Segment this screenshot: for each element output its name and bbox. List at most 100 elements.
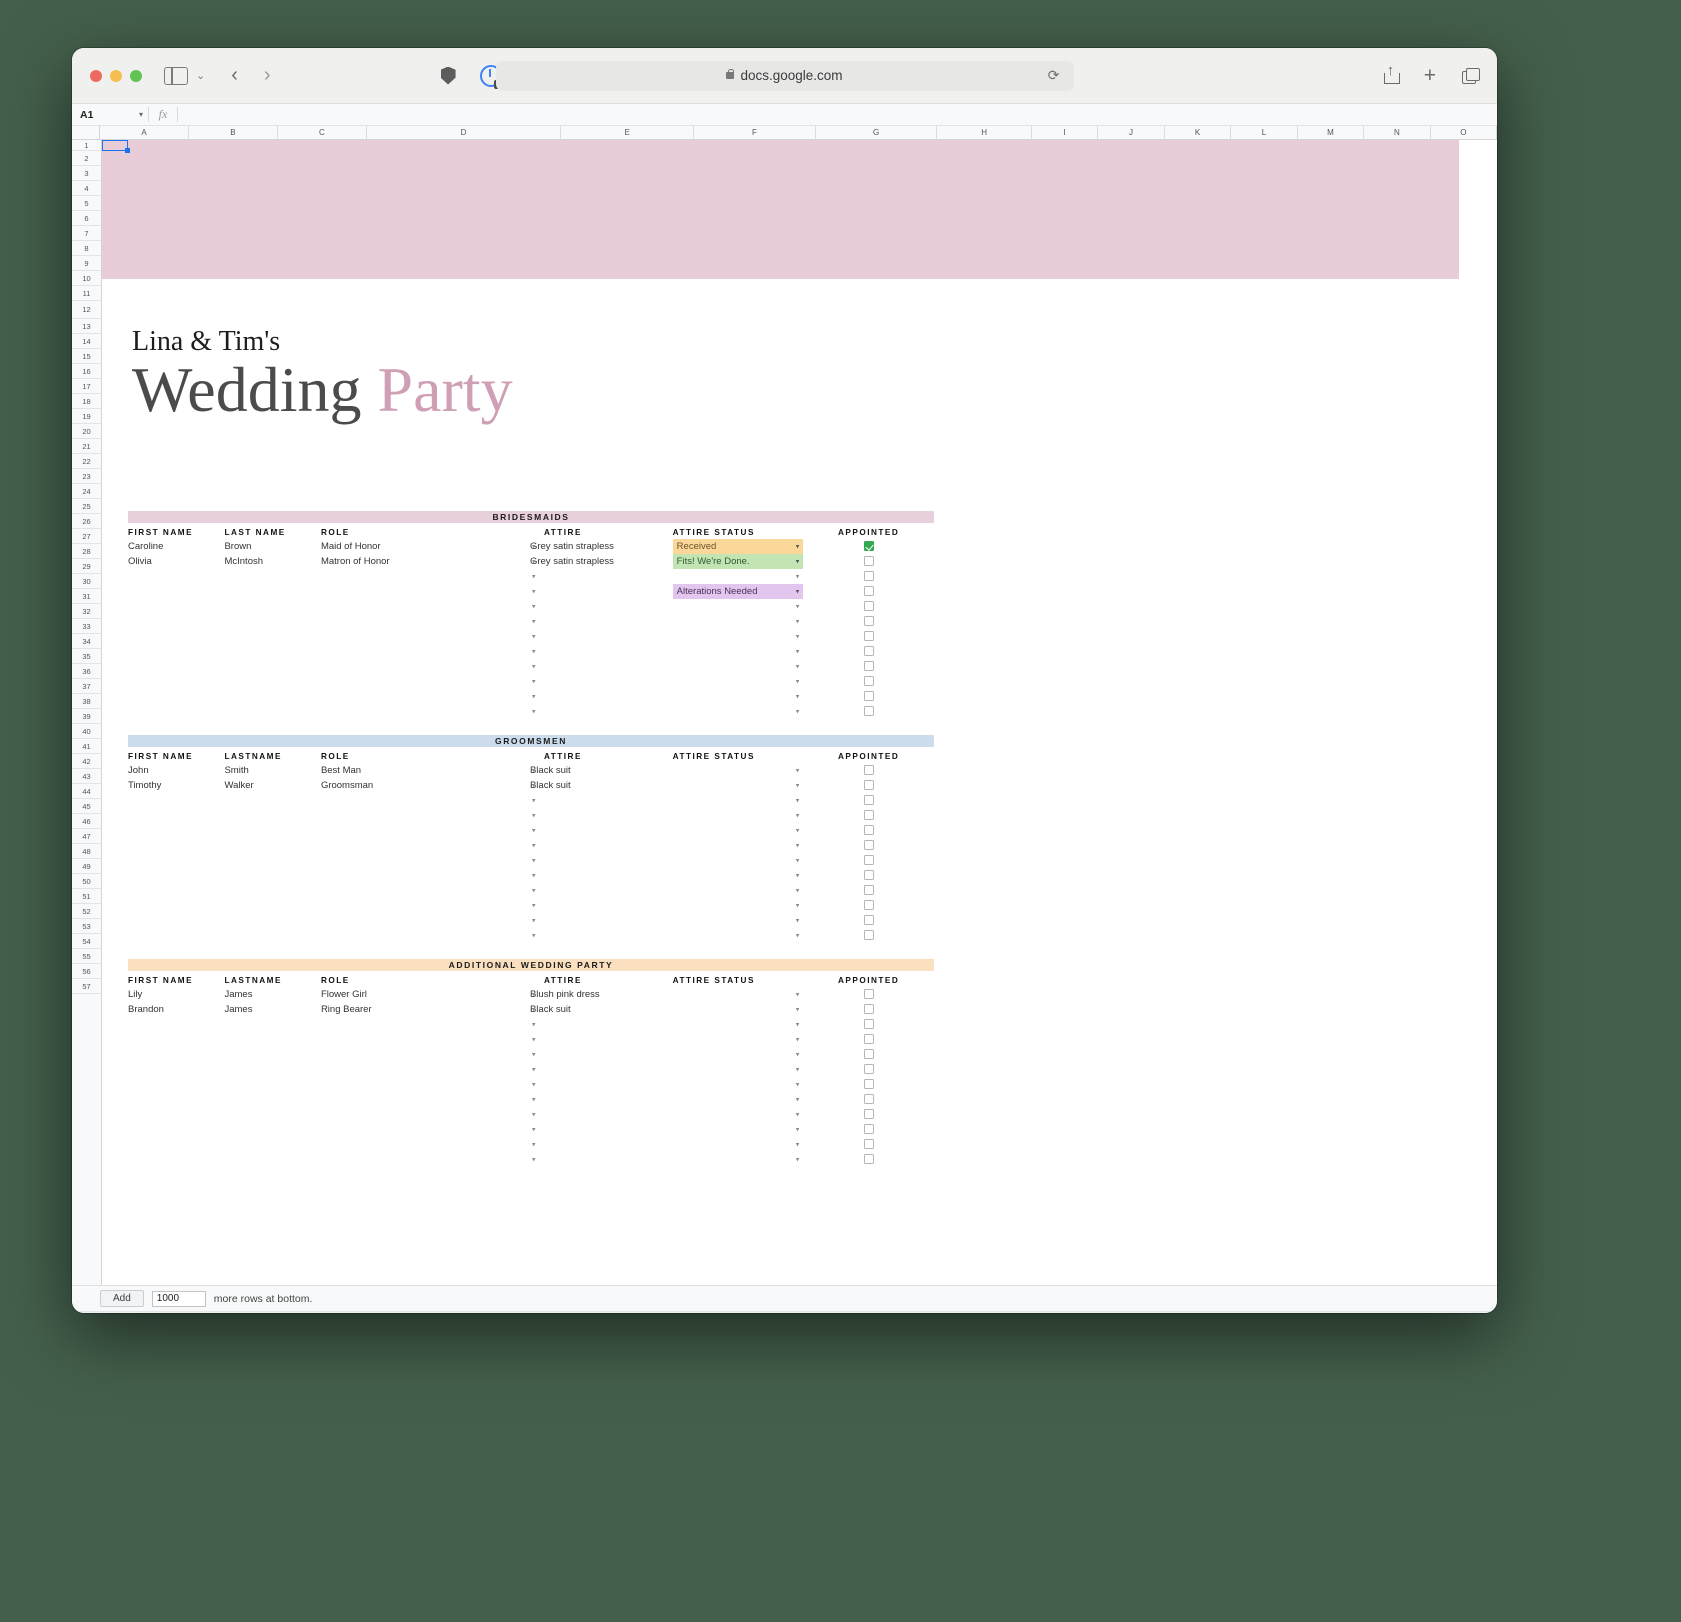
cell-first-name[interactable]: Brandon <box>128 1002 224 1017</box>
cell-attire[interactable]: ▾ <box>530 689 673 704</box>
row-header-48[interactable]: 48 <box>72 844 101 859</box>
table-row[interactable]: ▾▾ <box>128 1077 934 1092</box>
table-row[interactable]: ▾▾ <box>128 674 934 689</box>
row-header-4[interactable]: 4 <box>72 181 101 196</box>
cell-last-name[interactable] <box>224 569 320 584</box>
status-dropdown-icon[interactable]: ▾ <box>796 1156 800 1163</box>
appointed-checkbox[interactable] <box>864 631 874 641</box>
cell-first-name[interactable] <box>128 853 224 868</box>
appointed-checkbox[interactable] <box>864 1049 874 1059</box>
cell-attire[interactable]: ▾ <box>530 1047 673 1062</box>
cell-attire-status[interactable]: ▾ <box>673 838 804 853</box>
cell-role[interactable] <box>321 614 530 629</box>
column-header-B[interactable]: B <box>189 126 278 139</box>
appointed-checkbox[interactable] <box>864 840 874 850</box>
cell-role[interactable]: Matron of Honor <box>321 554 530 569</box>
cell-last-name[interactable] <box>224 629 320 644</box>
cell-first-name[interactable] <box>128 1077 224 1092</box>
cell-last-name[interactable] <box>224 659 320 674</box>
cell-last-name[interactable] <box>224 614 320 629</box>
cell-role[interactable] <box>321 629 530 644</box>
status-dropdown-icon[interactable]: ▾ <box>796 812 800 819</box>
appointed-checkbox[interactable] <box>864 870 874 880</box>
cell-appointed[interactable] <box>803 674 934 689</box>
table-row[interactable]: LilyJamesFlower Girl▾Blush pink dress▾ <box>128 987 934 1002</box>
status-dropdown-icon[interactable]: ▾ <box>796 1006 800 1013</box>
cell-attire[interactable]: ▾ <box>530 614 673 629</box>
cell-first-name[interactable]: Lily <box>128 987 224 1002</box>
table-row[interactable]: ▾▾ <box>128 629 934 644</box>
cell-first-name[interactable]: Caroline <box>128 539 224 554</box>
cell-appointed[interactable] <box>803 1002 934 1017</box>
table-row[interactable]: ▾▾ <box>128 1062 934 1077</box>
cell-last-name[interactable] <box>224 1062 320 1077</box>
cell-role[interactable] <box>321 1152 530 1167</box>
row-header-44[interactable]: 44 <box>72 784 101 799</box>
attire-dropdown-icon[interactable]: ▾ <box>532 1111 536 1118</box>
cell-attire-status[interactable]: ▾ <box>673 1137 804 1152</box>
cell-attire[interactable]: ▾ <box>530 629 673 644</box>
appointed-checkbox[interactable] <box>864 601 874 611</box>
row-header-21[interactable]: 21 <box>72 439 101 454</box>
appointed-checkbox[interactable] <box>864 1034 874 1044</box>
appointed-checkbox[interactable] <box>864 706 874 716</box>
appointed-checkbox[interactable] <box>864 1124 874 1134</box>
row-header-52[interactable]: 52 <box>72 904 101 919</box>
cell-attire-status[interactable]: ▾ <box>673 928 804 943</box>
row-header-12[interactable]: 12 <box>72 301 101 319</box>
table-row[interactable]: ▾▾ <box>128 808 934 823</box>
cell-appointed[interactable] <box>803 539 934 554</box>
cell-attire[interactable]: ▾ <box>530 1107 673 1122</box>
cell-attire[interactable]: ▾ <box>530 823 673 838</box>
cell-role[interactable] <box>321 1032 530 1047</box>
attire-dropdown-icon[interactable]: ▾ <box>532 812 536 819</box>
status-dropdown-icon[interactable]: ▾ <box>796 1081 800 1088</box>
cell-first-name[interactable] <box>128 793 224 808</box>
attire-dropdown-icon[interactable]: ▾ <box>532 1096 536 1103</box>
cell-appointed[interactable] <box>803 823 934 838</box>
attire-dropdown-icon[interactable]: ▾ <box>532 543 536 550</box>
appointed-checkbox[interactable] <box>864 1139 874 1149</box>
cell-last-name[interactable] <box>224 913 320 928</box>
cell-last-name[interactable]: Smith <box>224 763 320 778</box>
cell-attire-status[interactable]: ▾ <box>673 1062 804 1077</box>
appointed-checkbox[interactable] <box>864 1109 874 1119</box>
attire-dropdown-icon[interactable]: ▾ <box>532 588 536 595</box>
row-header-1[interactable]: 1 <box>72 140 101 151</box>
cell-last-name[interactable]: James <box>224 987 320 1002</box>
cell-attire[interactable]: ▾Black suit <box>530 763 673 778</box>
row-header-28[interactable]: 28 <box>72 544 101 559</box>
cell-appointed[interactable] <box>803 1047 934 1062</box>
status-dropdown-icon[interactable]: ▾ <box>796 917 800 924</box>
appointed-checkbox[interactable] <box>864 1154 874 1164</box>
attire-dropdown-icon[interactable]: ▾ <box>532 1021 536 1028</box>
attire-dropdown-icon[interactable]: ▾ <box>532 648 536 655</box>
status-dropdown-icon[interactable]: ▾ <box>796 887 800 894</box>
cell-attire[interactable]: ▾Grey satin strapless <box>530 539 673 554</box>
status-dropdown-icon[interactable]: ▾ <box>796 603 800 610</box>
table-row[interactable]: ▾▾ <box>128 659 934 674</box>
table-row[interactable]: ▾▾ <box>128 644 934 659</box>
cell-attire[interactable]: ▾ <box>530 928 673 943</box>
cell-attire-status[interactable]: ▾ <box>673 1152 804 1167</box>
cell-last-name[interactable] <box>224 644 320 659</box>
window-controls[interactable] <box>90 70 142 82</box>
cell-first-name[interactable] <box>128 1047 224 1062</box>
cell-last-name[interactable] <box>224 599 320 614</box>
share-icon[interactable] <box>1384 67 1398 84</box>
table-row[interactable]: ▾▾ <box>128 1047 934 1062</box>
cell-appointed[interactable] <box>803 838 934 853</box>
attire-dropdown-icon[interactable]: ▾ <box>532 678 536 685</box>
row-header-56[interactable]: 56 <box>72 964 101 979</box>
cell-attire[interactable]: ▾ <box>530 569 673 584</box>
table-row[interactable]: BrandonJamesRing Bearer▾Black suit▾ <box>128 1002 934 1017</box>
cell-attire-status[interactable]: Fits! We're Done.▾ <box>673 554 804 569</box>
chevron-down-icon[interactable]: ⌄ <box>196 69 205 82</box>
table-row[interactable]: ▾▾ <box>128 838 934 853</box>
cell-attire[interactable]: ▾ <box>530 913 673 928</box>
status-dropdown-icon[interactable]: ▾ <box>796 633 800 640</box>
appointed-checkbox[interactable] <box>864 661 874 671</box>
cell-attire-status[interactable]: ▾ <box>673 883 804 898</box>
column-header-N[interactable]: N <box>1364 126 1430 139</box>
cell-appointed[interactable] <box>803 778 934 793</box>
